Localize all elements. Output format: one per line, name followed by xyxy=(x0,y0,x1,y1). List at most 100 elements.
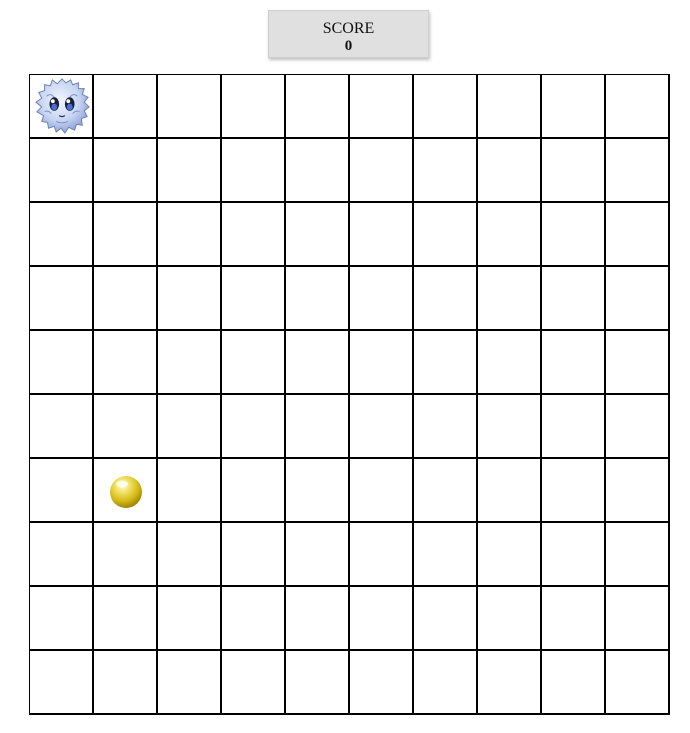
board-cell[interactable] xyxy=(94,651,158,715)
board-cell[interactable] xyxy=(158,395,222,459)
board-cell[interactable] xyxy=(606,523,670,587)
board-cell[interactable] xyxy=(30,75,94,139)
board-cell[interactable] xyxy=(350,651,414,715)
board-cell[interactable] xyxy=(94,331,158,395)
board-cell[interactable] xyxy=(158,587,222,651)
board-cell[interactable] xyxy=(158,651,222,715)
board-cell[interactable] xyxy=(350,395,414,459)
board-cell[interactable] xyxy=(94,203,158,267)
board-cell[interactable] xyxy=(158,459,222,523)
board-cell[interactable] xyxy=(222,203,286,267)
board-cell[interactable] xyxy=(542,587,606,651)
board-cell[interactable] xyxy=(286,587,350,651)
board-cell[interactable] xyxy=(94,267,158,331)
board-cell[interactable] xyxy=(478,203,542,267)
game-board[interactable] xyxy=(29,74,670,715)
board-cell[interactable] xyxy=(542,331,606,395)
board-cell[interactable] xyxy=(222,651,286,715)
board-cell[interactable] xyxy=(222,459,286,523)
board-cell[interactable] xyxy=(478,75,542,139)
board-cell[interactable] xyxy=(414,395,478,459)
board-cell[interactable] xyxy=(222,331,286,395)
board-cell[interactable] xyxy=(30,587,94,651)
board-cell[interactable] xyxy=(158,139,222,203)
board-cell[interactable] xyxy=(350,587,414,651)
board-cell[interactable] xyxy=(478,139,542,203)
board-cell[interactable] xyxy=(158,267,222,331)
board-cell[interactable] xyxy=(222,267,286,331)
board-cell[interactable] xyxy=(30,203,94,267)
board-cell[interactable] xyxy=(414,459,478,523)
board-cell[interactable] xyxy=(542,75,606,139)
board-cell[interactable] xyxy=(350,139,414,203)
board-cell[interactable] xyxy=(542,459,606,523)
board-cell[interactable] xyxy=(30,267,94,331)
board-cell[interactable] xyxy=(350,203,414,267)
board-cell[interactable] xyxy=(606,395,670,459)
board-cell[interactable] xyxy=(542,523,606,587)
board-cell[interactable] xyxy=(30,331,94,395)
board-cell[interactable] xyxy=(94,459,158,523)
board-cell[interactable] xyxy=(414,139,478,203)
board-cell[interactable] xyxy=(286,267,350,331)
board-cell[interactable] xyxy=(542,395,606,459)
board-cell[interactable] xyxy=(222,523,286,587)
board-cell[interactable] xyxy=(542,139,606,203)
board-cell[interactable] xyxy=(222,587,286,651)
board-cell[interactable] xyxy=(478,395,542,459)
board-cell[interactable] xyxy=(414,75,478,139)
board-cell[interactable] xyxy=(286,331,350,395)
board-cell[interactable] xyxy=(606,75,670,139)
board-cell[interactable] xyxy=(606,267,670,331)
board-cell[interactable] xyxy=(350,331,414,395)
board-cell[interactable] xyxy=(478,651,542,715)
board-cell[interactable] xyxy=(414,651,478,715)
board-cell[interactable] xyxy=(222,75,286,139)
board-cell[interactable] xyxy=(222,139,286,203)
board-cell[interactable] xyxy=(542,267,606,331)
board-cell[interactable] xyxy=(606,139,670,203)
board-cell[interactable] xyxy=(30,139,94,203)
board-cell[interactable] xyxy=(286,203,350,267)
board-cell[interactable] xyxy=(606,459,670,523)
board-cell[interactable] xyxy=(94,75,158,139)
board-cell[interactable] xyxy=(606,651,670,715)
board-cell[interactable] xyxy=(414,587,478,651)
board-cell[interactable] xyxy=(158,203,222,267)
board-cell[interactable] xyxy=(158,523,222,587)
board-cell[interactable] xyxy=(94,523,158,587)
gold-coin-icon[interactable] xyxy=(109,475,143,509)
board-cell[interactable] xyxy=(30,459,94,523)
board-cell[interactable] xyxy=(286,75,350,139)
board-cell[interactable] xyxy=(606,331,670,395)
board-cell[interactable] xyxy=(606,203,670,267)
board-cell[interactable] xyxy=(414,267,478,331)
board-cell[interactable] xyxy=(222,395,286,459)
board-cell[interactable] xyxy=(286,395,350,459)
board-cell[interactable] xyxy=(286,651,350,715)
board-cell[interactable] xyxy=(30,523,94,587)
board-cell[interactable] xyxy=(94,587,158,651)
board-cell[interactable] xyxy=(30,395,94,459)
board-cell[interactable] xyxy=(30,651,94,715)
board-cell[interactable] xyxy=(350,459,414,523)
board-cell[interactable] xyxy=(286,523,350,587)
board-cell[interactable] xyxy=(286,459,350,523)
board-cell[interactable] xyxy=(286,139,350,203)
board-cell[interactable] xyxy=(478,267,542,331)
board-cell[interactable] xyxy=(478,523,542,587)
board-cell[interactable] xyxy=(542,203,606,267)
board-cell[interactable] xyxy=(542,651,606,715)
board-cell[interactable] xyxy=(158,75,222,139)
board-cell[interactable] xyxy=(350,523,414,587)
board-cell[interactable] xyxy=(478,587,542,651)
board-cell[interactable] xyxy=(414,203,478,267)
board-cell[interactable] xyxy=(158,331,222,395)
board-cell[interactable] xyxy=(478,331,542,395)
board-cell[interactable] xyxy=(94,139,158,203)
board-cell[interactable] xyxy=(478,459,542,523)
board-cell[interactable] xyxy=(350,75,414,139)
board-cell[interactable] xyxy=(414,331,478,395)
board-cell[interactable] xyxy=(350,267,414,331)
board-cell[interactable] xyxy=(94,395,158,459)
